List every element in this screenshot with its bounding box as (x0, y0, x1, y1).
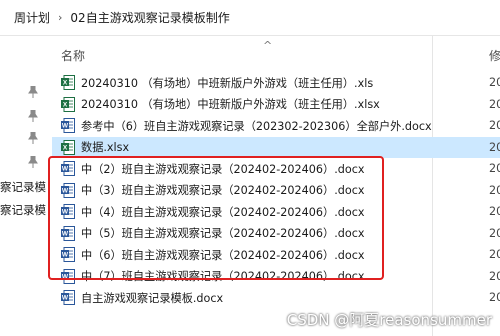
svg-text:X: X (63, 101, 68, 108)
word-document-icon: W (61, 247, 75, 263)
svg-text:W: W (62, 252, 69, 259)
file-row[interactable]: W 中（2）班自主游戏观察记录（202402-202406）.docx 20 (52, 158, 500, 180)
word-document-icon: W (61, 182, 75, 198)
file-list: X 20240310 （有场地）中班新版户外游戏（班主任用）.xls 20 X 2024… (52, 72, 500, 309)
watermark: CSDN @阿夏reasonsummer (286, 311, 492, 329)
breadcrumb-item-weekly-plan[interactable]: 周计划 (8, 9, 56, 26)
file-name: 中（3）班自主游戏观察记录（202402-202406）.docx (81, 184, 365, 198)
pin-icon[interactable] (28, 110, 38, 122)
file-name: 中（2）班自主游戏观察记录（202402-202406）.docx (81, 162, 365, 176)
sort-ascending-icon: ^ (263, 39, 273, 52)
svg-text:W: W (62, 273, 69, 280)
file-row[interactable]: W 中（3）班自主游戏观察记录（202402-202406）.docx 20 (52, 180, 500, 202)
navigation-pane: 察记录模 察记录模 (0, 36, 52, 336)
file-row[interactable]: X 20240310 （有场地）中班新版户外游戏（班主任用）.xls 20 (52, 72, 500, 94)
nav-item[interactable]: 察记录模 (0, 202, 46, 218)
word-document-icon: W (61, 118, 75, 134)
word-document-icon: W (61, 204, 75, 220)
file-row[interactable]: X 数据.xlsx 20 (52, 136, 500, 158)
file-name: 中（7）班自主游戏观察记录（202402-202406）.docx (81, 270, 365, 284)
pin-icon[interactable] (28, 132, 38, 144)
breadcrumb: 周计划 › 02自主游戏观察记录模板制作 (0, 0, 500, 36)
file-row[interactable]: W 中（5）班自主游戏观察记录（202402-202406）.docx 20 (52, 223, 500, 245)
file-row[interactable]: W 参考中（6）班自主游戏观察记录（202302-202306）全部户外.docx… (52, 115, 500, 137)
word-document-icon: W (61, 161, 75, 177)
file-name: 中（6）班自主游戏观察记录（202402-202406）.docx (81, 248, 365, 262)
excel-spreadsheet-icon: X (61, 139, 75, 155)
file-name: 自主游戏观察记录模板.docx (81, 291, 224, 305)
svg-text:W: W (62, 123, 69, 130)
file-name: 参考中（6）班自主游戏观察记录（202302-202306）全部户外.docx (81, 119, 432, 133)
file-row[interactable]: W 中（4）班自主游戏观察记录（202402-202406）.docx 20 (52, 201, 500, 223)
word-document-icon: W (61, 268, 75, 284)
file-name: 中（4）班自主游戏观察记录（202402-202406）.docx (81, 205, 365, 219)
column-header-name[interactable]: 名称 (61, 47, 85, 64)
chevron-right-icon: › (58, 11, 63, 24)
svg-text:X: X (63, 144, 68, 151)
file-row[interactable]: W 自主游戏观察记录模板.docx 20 (52, 287, 500, 309)
file-name: 中（5）班自主游戏观察记录（202402-202406）.docx (81, 227, 365, 241)
svg-text:W: W (62, 187, 69, 194)
file-name: 20240310 （有场地）中班新版户外游戏（班主任用）.xlsx (81, 98, 380, 112)
svg-text:W: W (62, 209, 69, 216)
svg-text:W: W (62, 230, 69, 237)
vertical-scrollbar[interactable] (492, 36, 500, 336)
excel-spreadsheet-icon: X (61, 75, 75, 91)
word-document-icon: W (61, 290, 75, 306)
nav-item[interactable]: 察记录模 (0, 179, 46, 195)
pin-icon[interactable] (28, 86, 38, 98)
file-name: 数据.xlsx (81, 141, 130, 155)
svg-text:W: W (62, 295, 69, 302)
file-row[interactable]: W 中（7）班自主游戏观察记录（202402-202406）.docx 20 (52, 266, 500, 288)
word-document-icon: W (61, 225, 75, 241)
svg-text:X: X (63, 80, 68, 87)
file-row[interactable]: X 20240310 （有场地）中班新版户外游戏（班主任用）.xlsx 20 (52, 94, 500, 116)
excel-spreadsheet-icon: X (61, 96, 75, 112)
svg-text:W: W (62, 166, 69, 173)
file-row[interactable]: W 中（6）班自主游戏观察记录（202402-202406）.docx 20 (52, 244, 500, 266)
file-name: 20240310 （有场地）中班新版户外游戏（班主任用）.xls (81, 76, 374, 90)
breadcrumb-item-current-folder[interactable]: 02自主游戏观察记录模板制作 (64, 9, 235, 26)
pin-icon[interactable] (28, 156, 38, 168)
